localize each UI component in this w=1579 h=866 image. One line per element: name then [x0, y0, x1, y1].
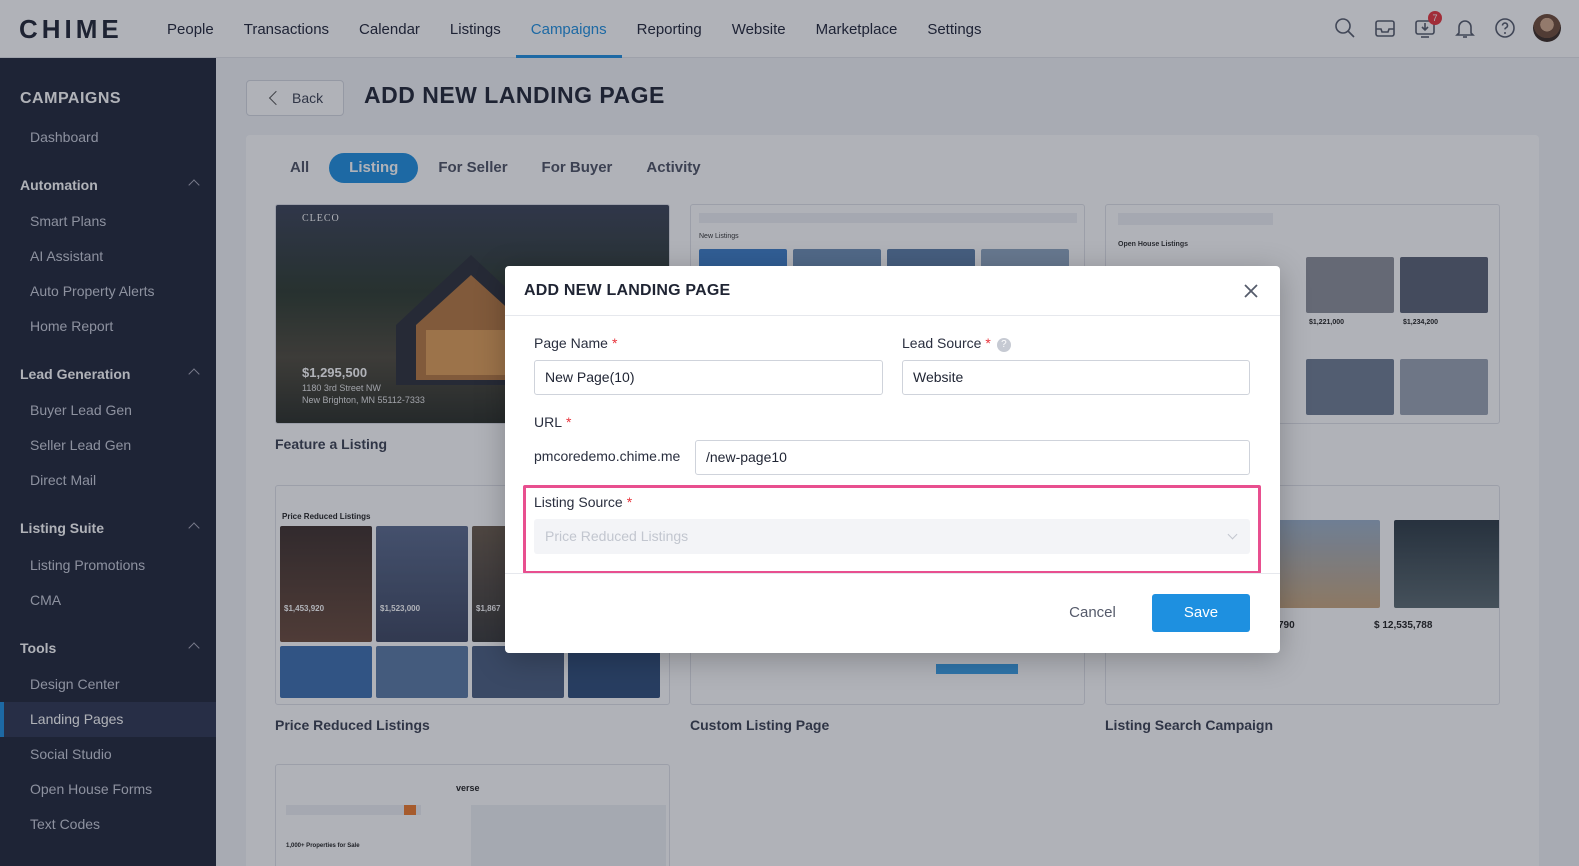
save-button[interactable]: Save [1152, 594, 1250, 632]
listing-source-select[interactable]: Price Reduced Listings [534, 519, 1250, 554]
close-icon[interactable] [1242, 282, 1260, 300]
help-icon[interactable]: ? [996, 338, 1011, 352]
url-prefix: pmcoredemo.chime.me [534, 448, 681, 464]
url-input[interactable]: /new-page10 [695, 440, 1250, 475]
modal-divider [505, 573, 1280, 574]
add-landing-page-modal: ADD NEW LANDING PAGE Page Name * New Page… [505, 266, 1280, 653]
lead-source-label: Lead Source *? [902, 335, 1011, 352]
listing-source-label: Listing Source * [534, 494, 633, 510]
modal-title: ADD NEW LANDING PAGE [524, 282, 731, 299]
page-name-input[interactable]: New Page(10) [534, 360, 883, 395]
modal-header: ADD NEW LANDING PAGE [505, 266, 1280, 316]
url-label: URL * [534, 414, 572, 430]
listing-source-placeholder: Price Reduced Listings [545, 528, 689, 544]
lead-source-input[interactable]: Website [902, 360, 1250, 395]
chevron-down-icon [1227, 529, 1238, 540]
page-name-label: Page Name * [534, 335, 618, 351]
cancel-button[interactable]: Cancel [1050, 594, 1135, 632]
